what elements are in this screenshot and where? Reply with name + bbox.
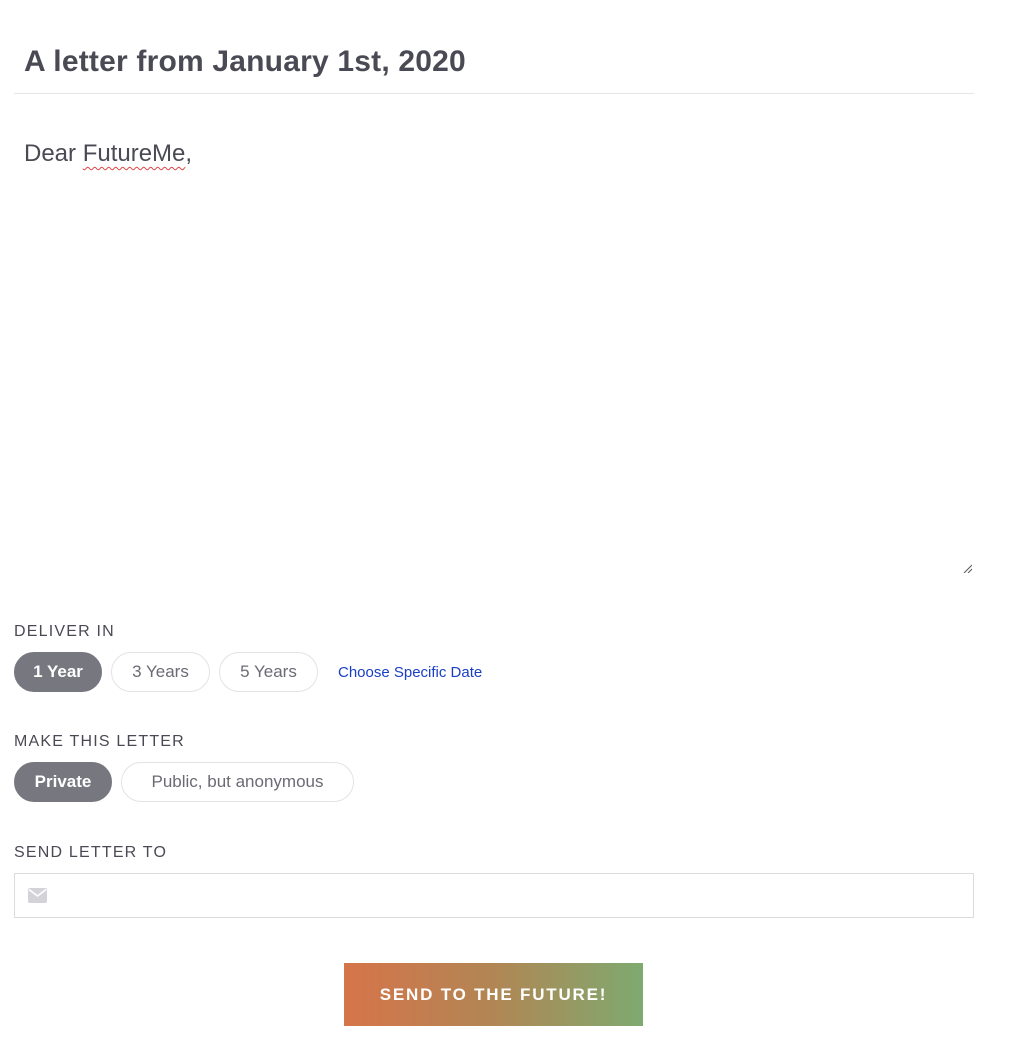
send-to-the-future-button[interactable]: SEND TO THE FUTURE! <box>344 963 643 1026</box>
choose-specific-date-link[interactable]: Choose Specific Date <box>338 664 482 681</box>
greeting-name: FutureMe <box>82 140 186 167</box>
deliver-5-years-button[interactable]: 5 Years <box>219 652 318 692</box>
private-button[interactable]: Private <box>14 762 112 802</box>
envelope-icon <box>28 888 47 903</box>
resize-handle-icon[interactable] <box>963 564 972 573</box>
email-input[interactable] <box>59 874 959 917</box>
deliver-3-years-button[interactable]: 3 Years <box>111 652 210 692</box>
greeting-prefix: Dear <box>24 140 83 167</box>
send-letter-to-label: SEND LETTER TO <box>14 844 168 861</box>
deliver-options: 1 Year 3 Years 5 Years Choose Specific D… <box>14 652 482 692</box>
letter-textarea[interactable]: Dear FutureMe, <box>14 94 974 575</box>
make-this-letter-label: MAKE THIS LETTER <box>14 733 185 750</box>
email-field-wrapper <box>14 873 974 918</box>
letter-title: A letter from January 1st, 2020 <box>24 45 466 78</box>
greeting-suffix: , <box>185 140 193 167</box>
deliver-in-label: DELIVER IN <box>14 623 115 640</box>
visibility-options: Private Public, but anonymous <box>14 762 354 802</box>
letter-header: A letter from January 1st, 2020 <box>14 0 974 94</box>
deliver-1-year-button[interactable]: 1 Year <box>14 652 102 692</box>
public-anonymous-button[interactable]: Public, but anonymous <box>121 762 354 802</box>
